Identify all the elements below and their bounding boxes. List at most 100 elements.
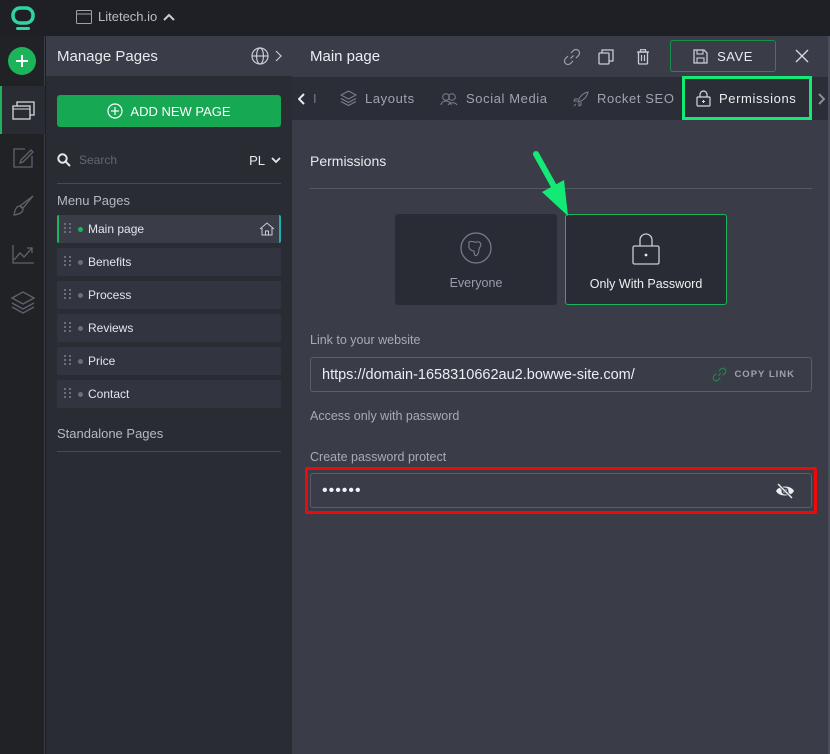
website-link-value[interactable]: https://domain-1658310662au2.bowwe-site.…: [322, 367, 712, 383]
chevron-down-icon: [271, 156, 281, 163]
rocket-icon: [573, 90, 589, 107]
rail-item-pages[interactable]: [0, 86, 45, 134]
plus-icon: [16, 55, 28, 67]
status-dot: [78, 259, 83, 265]
divider: [57, 183, 281, 184]
brush-icon: [12, 195, 33, 216]
top-bar: Litetech.io: [0, 0, 830, 36]
standalone-pages-heading: Standalone Pages: [57, 426, 164, 441]
copy-link-button[interactable]: COPY LINK: [712, 367, 795, 382]
tab-rocket-seo[interactable]: Rocket SEO: [573, 77, 675, 120]
rail-item-layers[interactable]: [0, 278, 45, 326]
chevron-right-icon[interactable]: [275, 50, 282, 62]
bowwe-logo-icon[interactable]: [10, 6, 36, 32]
panel-title: Manage Pages: [57, 47, 158, 65]
chevron-left-icon: [298, 92, 305, 105]
page-name: Reviews: [88, 321, 134, 335]
eye-off-icon[interactable]: [775, 482, 795, 499]
tab-social-media[interactable]: Social Media: [440, 77, 548, 120]
tab-scroll-left[interactable]: I: [298, 77, 317, 120]
password-label: Create password protect: [310, 450, 447, 464]
status-dot: [78, 226, 83, 232]
tab-label: I: [313, 91, 318, 106]
close-icon[interactable]: [794, 48, 810, 64]
search-row: PL: [57, 149, 281, 171]
globe-icon: [460, 232, 492, 264]
manage-pages-panel: Manage Pages ADD NEW PAGE PL Menu Pages …: [46, 36, 292, 754]
page-item-contact[interactable]: Contact: [57, 380, 281, 408]
left-rail: [0, 36, 45, 754]
drag-handle-icon[interactable]: [64, 289, 72, 301]
rail-item-analytics[interactable]: [0, 230, 45, 278]
tab-scroll-right[interactable]: [818, 77, 825, 120]
chevron-right-icon: [818, 92, 825, 105]
trash-icon: [637, 49, 649, 65]
status-dot: [78, 358, 83, 364]
pages-icon: [11, 101, 35, 120]
save-button[interactable]: SAVE: [670, 40, 776, 72]
drag-handle-icon[interactable]: [64, 355, 72, 367]
password-input[interactable]: [322, 481, 775, 500]
option-label: Everyone: [449, 276, 503, 290]
app-root: Litetech.io Manage Pages ADD NEW PAGE Se…: [0, 0, 830, 754]
link-icon: [563, 48, 581, 66]
tab-label: Rocket SEO: [597, 91, 675, 106]
copy-url-button[interactable]: [562, 47, 582, 67]
drag-handle-icon[interactable]: [64, 388, 72, 400]
site-name: Litetech.io: [98, 9, 158, 24]
settings-tabs: I Layouts Social Media Rocket SEO Permis…: [292, 77, 828, 120]
status-dot: [78, 292, 83, 298]
link-icon: [713, 367, 727, 382]
site-switcher[interactable]: Litetech.io: [76, 9, 175, 24]
page-settings-panel: Main page SAVE I Layouts Social Media Ro…: [292, 36, 828, 754]
duplicate-button[interactable]: [596, 47, 616, 67]
tab-permissions[interactable]: Permissions: [696, 77, 796, 120]
page-item-process[interactable]: Process: [57, 281, 281, 309]
website-link-field: https://domain-1658310662au2.bowwe-site.…: [310, 357, 812, 392]
rail-item-design[interactable]: [0, 182, 45, 230]
window-icon: [76, 9, 92, 24]
page-item-price[interactable]: Price: [57, 347, 281, 375]
duplicate-icon: [598, 49, 614, 65]
page-name: Process: [88, 288, 132, 302]
layers-icon: [10, 291, 35, 314]
rail-item-edit[interactable]: [0, 134, 45, 182]
tab-layouts[interactable]: Layouts: [340, 77, 415, 120]
page-item-main-page[interactable]: Main page: [57, 215, 281, 243]
plus-circle-icon: [107, 103, 124, 119]
drag-handle-icon[interactable]: [64, 322, 72, 334]
page-name: Price: [88, 354, 116, 368]
page-item-benefits[interactable]: Benefits: [57, 248, 281, 276]
pages-panel-header: Manage Pages: [46, 36, 292, 77]
permissions-heading: Permissions: [310, 153, 387, 169]
tab-label: Permissions: [719, 91, 797, 106]
menu-pages-heading: Menu Pages: [57, 193, 130, 208]
add-new-page-button[interactable]: ADD NEW PAGE: [57, 95, 281, 127]
lock-icon: [696, 90, 711, 107]
tab-label: Layouts: [365, 91, 415, 106]
arrow-annotation-icon: [533, 151, 568, 216]
lock-icon: [632, 233, 660, 265]
divider: [57, 451, 281, 452]
save-icon: [693, 48, 708, 64]
delete-button[interactable]: [633, 47, 653, 67]
search-input[interactable]: [79, 153, 250, 167]
drag-handle-icon[interactable]: [64, 256, 72, 268]
drag-handle-icon[interactable]: [64, 223, 72, 235]
page-item-reviews[interactable]: Reviews: [57, 314, 281, 342]
language-select[interactable]: PL: [249, 153, 281, 168]
divider: [310, 188, 812, 189]
add-button[interactable]: [8, 47, 36, 75]
add-new-page-label: ADD NEW PAGE: [130, 103, 231, 119]
page-name: Main page: [88, 222, 145, 236]
edit-icon: [12, 148, 34, 168]
password-field: [310, 473, 812, 508]
globe-icon[interactable]: [251, 47, 269, 65]
option-everyone[interactable]: Everyone: [395, 214, 557, 305]
option-only-with-password[interactable]: Only With Password: [565, 214, 727, 305]
status-dot: [78, 391, 83, 397]
link-label: Link to your website: [310, 333, 421, 347]
status-dot: [78, 325, 83, 331]
page-name: Benefits: [88, 255, 132, 269]
language-value: PL: [249, 152, 265, 168]
